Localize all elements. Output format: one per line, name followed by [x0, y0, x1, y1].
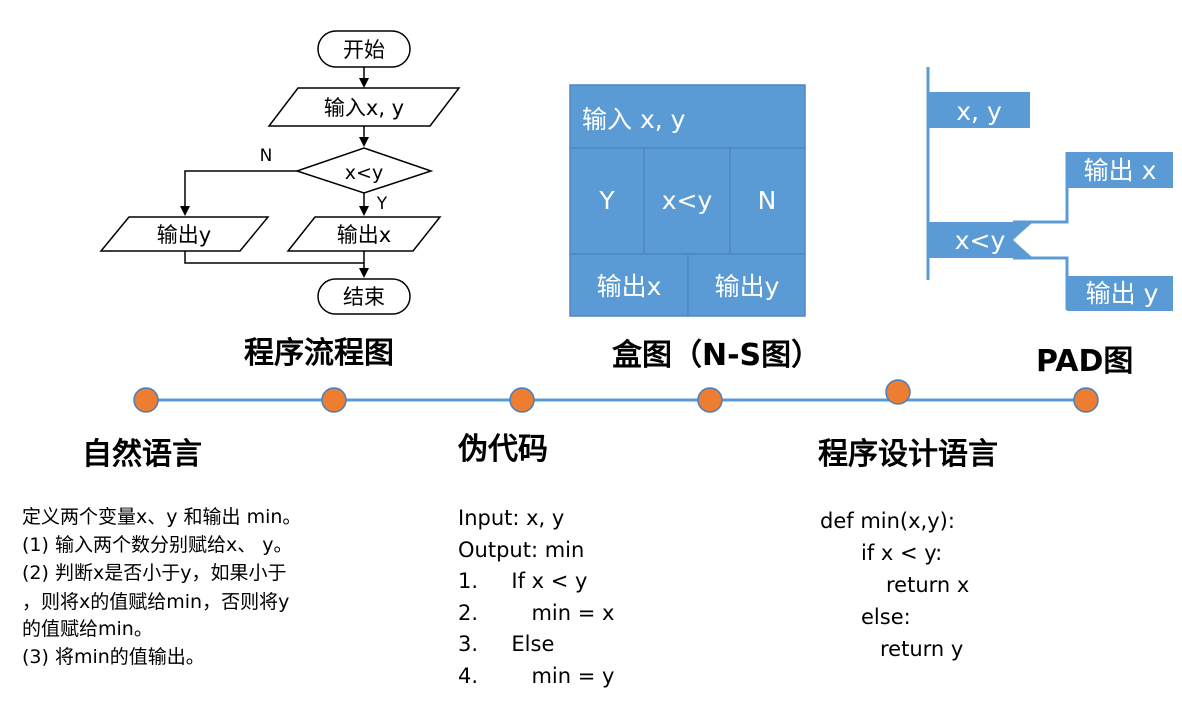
flowchart-no-branch-line [180, 170, 297, 216]
ns-diagram: 输入 x, y Y x<y N 输出x 输出y [569, 84, 806, 317]
pad-branch-top-connector [1013, 152, 1069, 224]
flowchart-no-label: N [260, 146, 273, 166]
timeline-dot [321, 387, 347, 413]
flowchart-output-y-label: 输出y [157, 223, 211, 247]
natural-language-line: (2) 判断x是否小于y，如果小于 [22, 562, 287, 584]
code-line: else: [861, 605, 911, 629]
algorithm-representations-diagram: 开始 输入x, y x<y N Y 输出y 输出x 结束 输入 x, y Y x… [0, 0, 1182, 706]
flowchart-merge-left-line [184, 251, 364, 264]
pseudocode-line: 4. min = y [458, 664, 615, 688]
ns-no-label: N [758, 186, 777, 215]
natural-language-line: (3) 将min的值输出。 [22, 646, 205, 668]
pseudocode-line: 1. If x < y [458, 569, 588, 593]
ns-output-x-label: 输出x [597, 272, 662, 301]
pad-output-y-label: 输出 y [1086, 279, 1159, 308]
code-line: return y [880, 637, 964, 661]
pseudocode-line: Input: x, y [458, 506, 565, 530]
pad-diagram: x, y x<y 输出 x 输出 y [926, 67, 1173, 311]
natural-language-line: ，则将x的值赋给min，否则将y [22, 591, 290, 613]
flowchart-end-label: 结束 [343, 285, 385, 309]
timeline-dot [509, 387, 535, 413]
natural-language-line: 的值赋给min。 [22, 618, 153, 640]
ns-yes-label: Y [598, 186, 615, 215]
pad-output-x-label: 输出 x [1084, 156, 1157, 185]
pseudocode-line: 3. Else [458, 632, 555, 656]
code-line: return x [886, 573, 970, 597]
natural-language-title: 自然语言 [82, 437, 202, 472]
flowchart-start-label: 开始 [343, 38, 385, 62]
flowchart-decision-label: x<y [345, 162, 383, 184]
flowchart-caption: 程序流程图 [244, 336, 394, 371]
code-line: if x < y: [861, 541, 943, 565]
pad-diagram-caption: PAD图 [1036, 344, 1133, 379]
pseudocode-line: 2. min = x [458, 601, 615, 625]
flowchart-yes-label: Y [376, 194, 388, 214]
programming-language-title: 程序设计语言 [818, 437, 998, 472]
timeline [133, 379, 1099, 413]
pad-input-label: x, y [956, 97, 1002, 126]
timeline-dot [697, 387, 723, 413]
pseudocode-line: Output: min [458, 538, 585, 562]
pad-branch-bottom-connector [1013, 256, 1069, 310]
code-line: def min(x,y): [820, 509, 955, 533]
natural-language-line: (1) 输入两个数分别赋给x、 y。 [22, 534, 293, 556]
natural-language-line: 定义两个变量x、y 和输出 min。 [22, 506, 302, 528]
pad-condition-label: x<y [955, 226, 1006, 255]
flowchart-output-x-label: 输出x [337, 223, 391, 247]
flowchart: 开始 输入x, y x<y N Y 输出y 输出x 结束 [99, 30, 461, 315]
timeline-dot [1073, 387, 1099, 413]
ns-output-y-label: 输出y [715, 272, 780, 301]
flowchart-input-label: 输入x, y [324, 96, 404, 120]
pseudocode-title: 伪代码 [458, 432, 548, 467]
timeline-dot [133, 387, 159, 413]
ns-input-label: 输入 x, y [582, 105, 686, 134]
ns-condition-label: x<y [662, 186, 713, 215]
ns-diagram-caption: 盒图（N-S图） [612, 338, 821, 373]
timeline-dot [885, 379, 911, 405]
